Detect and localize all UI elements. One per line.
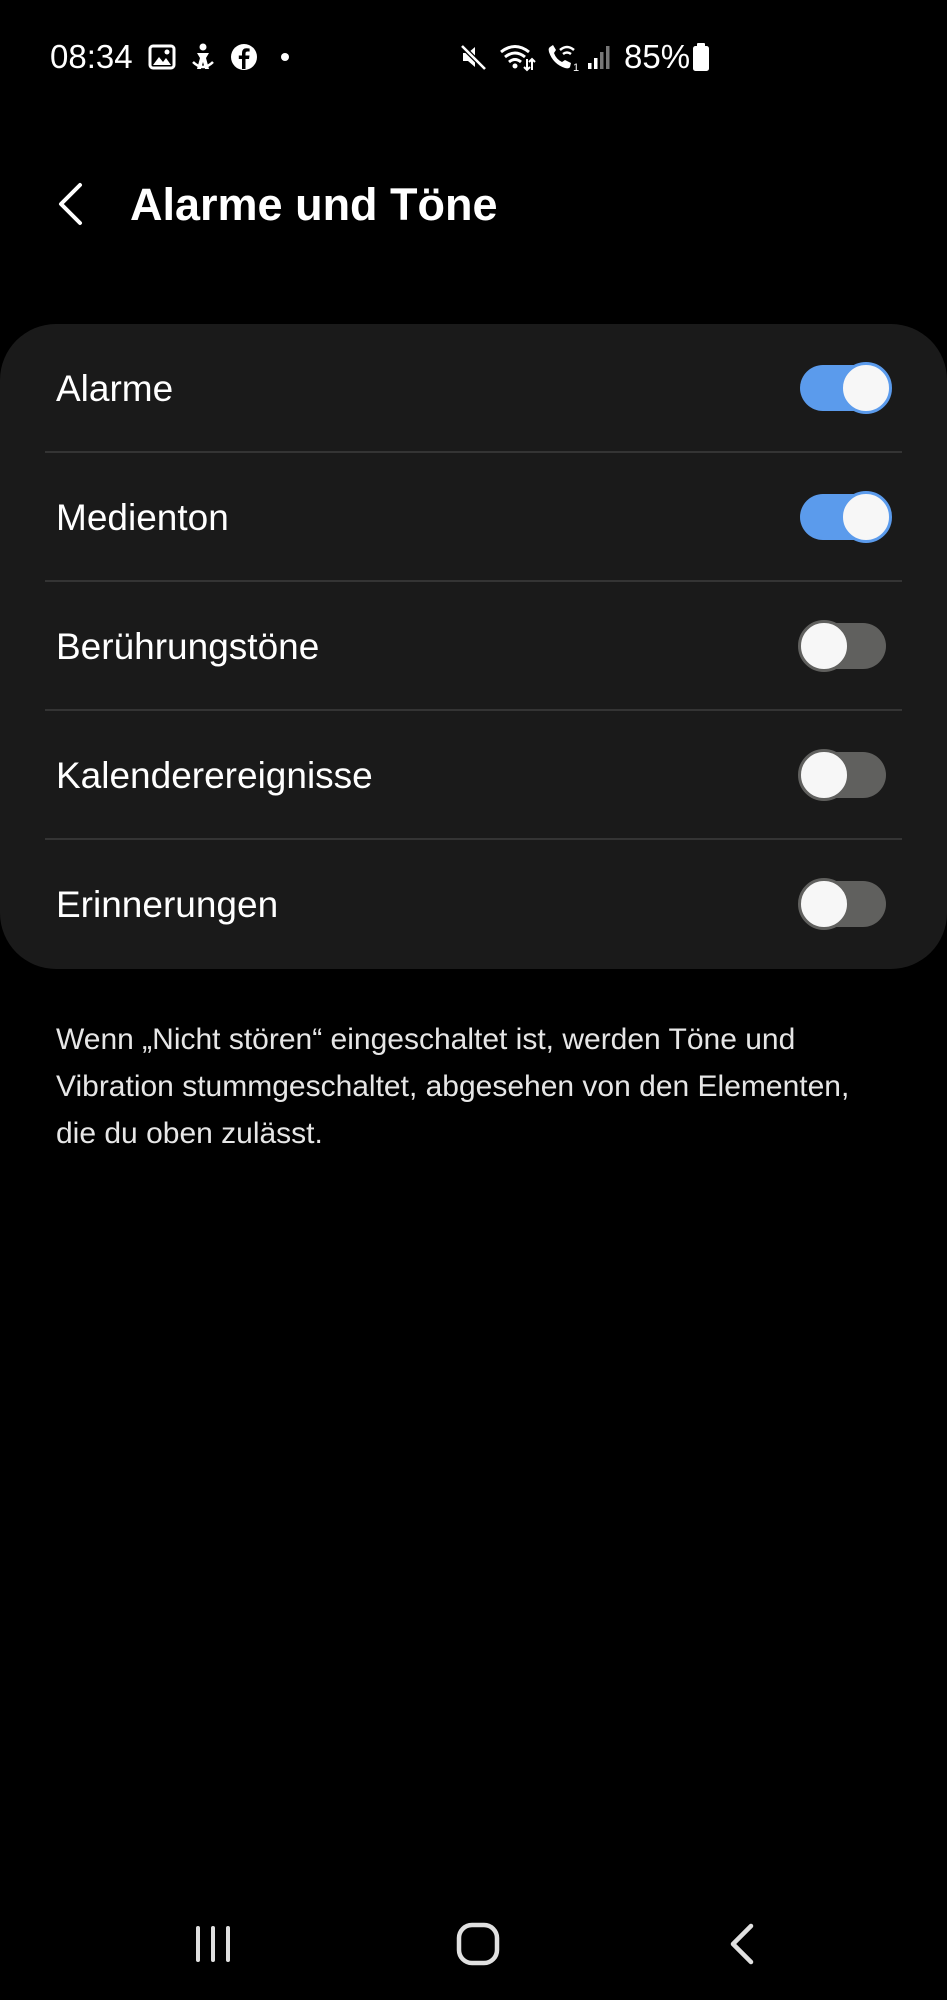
back-button[interactable]: [40, 165, 104, 245]
setting-label: Alarme: [56, 368, 174, 409]
signal-icon: [586, 42, 616, 72]
beruehrungstoene-toggle[interactable]: [798, 620, 886, 672]
toggle-knob: [798, 620, 850, 672]
setting-row-kalenderereignisse[interactable]: Kalenderereignisse: [0, 711, 947, 840]
status-time: 08:34: [50, 38, 133, 75]
home-button[interactable]: [443, 1912, 513, 1976]
page-title: Alarme und Töne: [130, 179, 498, 230]
accessibility-icon: [188, 42, 218, 72]
toggle-knob: [798, 749, 850, 801]
setting-label: Kalenderereignisse: [56, 755, 373, 796]
home-icon: [456, 1922, 500, 1966]
toggle-knob: [840, 362, 892, 414]
svg-text:1: 1: [573, 62, 579, 72]
chevron-left-icon: [59, 183, 82, 225]
settings-card: Alarme Medienton Berührungstöne Kalender…: [0, 324, 947, 969]
kalenderereignisse-toggle[interactable]: [798, 749, 886, 801]
wifi-icon: [498, 42, 536, 72]
toggle-knob: [798, 878, 850, 930]
notification-dot-icon: [270, 42, 300, 72]
alarme-toggle[interactable]: [800, 362, 892, 414]
gallery-icon: [147, 42, 177, 72]
setting-row-erinnerungen[interactable]: Erinnerungen: [0, 840, 947, 969]
back-icon: [730, 1923, 754, 1965]
recent-apps-button[interactable]: [178, 1912, 248, 1976]
setting-row-beruehrungstoene[interactable]: Berührungstöne: [0, 582, 947, 711]
status-bar: 08:34 1 85%: [0, 30, 947, 84]
setting-label: Erinnerungen: [56, 884, 279, 925]
recent-apps-icon: [196, 1926, 230, 1962]
setting-row-alarme[interactable]: Alarme: [0, 324, 947, 453]
header: Alarme und Töne: [0, 165, 947, 245]
setting-label: Berührungstöne: [56, 626, 320, 667]
navigation-bar: [0, 1900, 947, 1990]
erinnerungen-toggle[interactable]: [798, 878, 886, 930]
mute-icon: [458, 42, 488, 72]
nav-back-button[interactable]: [707, 1912, 777, 1976]
toggle-knob: [840, 491, 892, 543]
wifi-call-icon: 1: [545, 42, 581, 74]
setting-label: Medienton: [56, 497, 229, 538]
facebook-icon: [229, 42, 259, 72]
medienton-toggle[interactable]: [800, 491, 892, 543]
description-text: Wenn „Nicht stören“ eingeschaltet ist, w…: [56, 1023, 850, 1150]
setting-row-medienton[interactable]: Medienton: [0, 453, 947, 582]
battery-percentage: 85%: [624, 38, 691, 75]
battery-icon: [690, 42, 712, 72]
